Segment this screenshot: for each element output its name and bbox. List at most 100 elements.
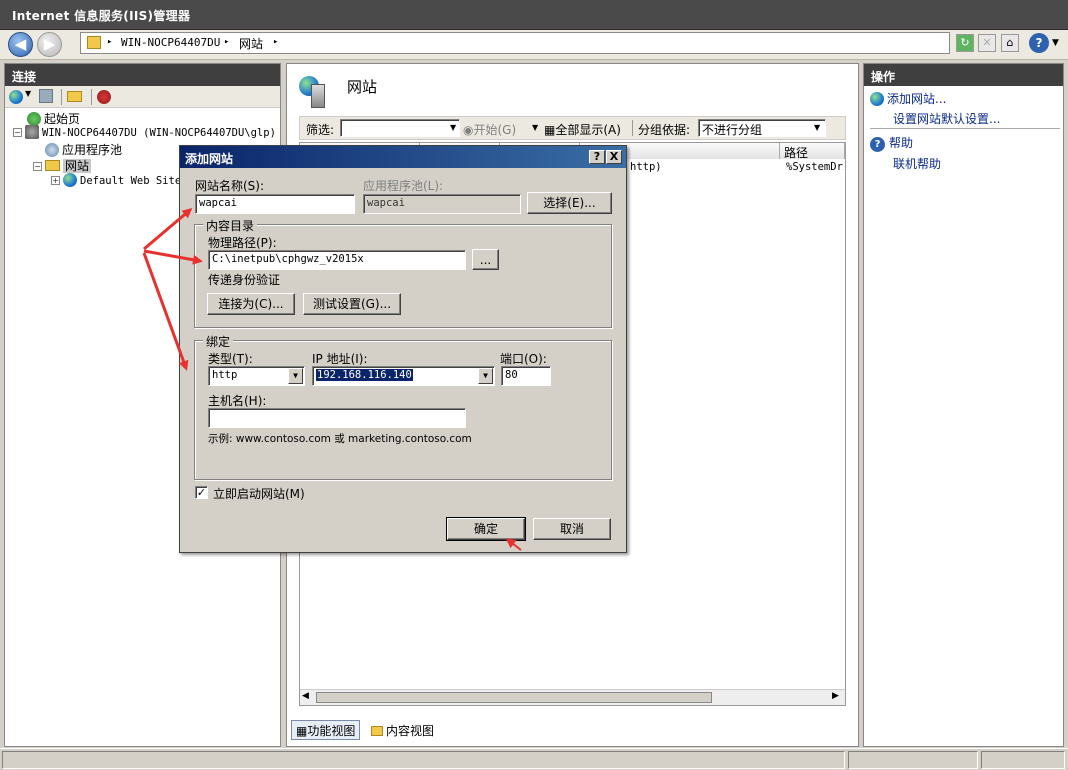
ip-dropdown-icon[interactable]: ▼ [478, 368, 493, 384]
sites-header-icon [297, 74, 329, 110]
connect-globe-icon[interactable] [9, 90, 23, 104]
horizontal-scrollbar[interactable]: ◀ ▶ [300, 689, 845, 705]
disconnect-icon[interactable] [97, 90, 111, 104]
start-page-icon [27, 112, 41, 126]
example-text: 示例: www.contoso.com 或 marketing.contoso.… [208, 433, 472, 445]
filter-input[interactable] [340, 119, 460, 137]
help-circle-icon: ? [870, 137, 885, 152]
default-site-label: Default Web Site [80, 175, 182, 187]
tree-item-server[interactable]: − WIN-NOCP64407DU (WIN-NOCP64407DU\glp) [13, 125, 276, 139]
help-icon[interactable]: ? [1029, 33, 1049, 53]
app-pool-label: 应用程序池(L): [363, 179, 444, 193]
content-directory-label: 内容目录 [203, 217, 258, 234]
filter-toolbar: 筛选: ▼ ◉开始(G) ▼ ▦全部显示(A) 分组依据: 不进行分组 ▼ [299, 116, 846, 140]
ip-address-select[interactable]: 192.168.116.140 ▼ [312, 366, 495, 386]
dialog-help-button[interactable]: ? [589, 150, 605, 164]
show-all-button[interactable]: ▦全部显示(A) [544, 121, 621, 138]
forward-arrow-icon: ▶ [43, 35, 56, 53]
stop-icon[interactable]: ✕ [978, 34, 996, 52]
app-pools-label: 应用程序池 [62, 143, 123, 157]
site-name-input[interactable]: wapcai [195, 194, 355, 214]
app-pool-input: wapcai [363, 194, 521, 214]
row-path: %SystemDri [786, 161, 844, 173]
start-dropdown-icon[interactable]: ▼ [532, 123, 538, 132]
tab-content-view[interactable]: 内容视图 [367, 721, 438, 740]
site-name-label: 网站名称(S): [195, 179, 265, 193]
select-app-pool-button[interactable]: 选择(E)... [527, 192, 612, 214]
back-button[interactable]: ◀ [8, 32, 33, 57]
tree-item-app-pools[interactable]: 应用程序池 [45, 141, 122, 158]
browse-path-button[interactable]: ... [472, 249, 499, 270]
start-now-checkbox[interactable]: ✓ [195, 486, 208, 499]
app-pool-icon [45, 143, 59, 157]
toolbar-divider [91, 89, 92, 105]
checkmark-icon: ✓ [196, 486, 207, 499]
question-icon: ? [593, 150, 601, 163]
dialog-close-button[interactable]: X [606, 150, 622, 164]
help-link: 帮助 [889, 136, 914, 150]
breadcrumb-server[interactable]: WIN-NOCP64407DU [121, 36, 220, 49]
site-folder-icon [87, 36, 101, 49]
expand-icon[interactable]: + [51, 176, 60, 185]
forward-button[interactable]: ▶ [37, 32, 62, 57]
up-level-icon[interactable] [67, 91, 82, 102]
start-filter-button[interactable]: ◉开始(G) [463, 121, 516, 138]
ok-button[interactable]: 确定 [446, 517, 526, 541]
breadcrumb-separator: ▸ [107, 37, 113, 47]
collapse-icon[interactable]: − [33, 162, 42, 171]
collapse-icon[interactable]: − [13, 128, 22, 137]
add-site-link: 添加网站... [887, 92, 947, 106]
features-view-icon: ▦ [296, 724, 308, 738]
tree-item-sites[interactable]: − 网站 [33, 157, 92, 174]
binding-label: 绑定 [203, 333, 234, 350]
features-view-label: 功能视图 [307, 724, 356, 738]
show-all-icon: ▦ [544, 123, 556, 137]
actions-pane: 操作 添加网站... 设置网站默认设置... ? 帮助 联机帮助 [863, 63, 1064, 747]
tree-item-default-web-site[interactable]: + Default Web Site [51, 173, 181, 187]
start-now-label[interactable]: 立即启动网站(M) [213, 485, 305, 502]
binoculars-icon: ◉ [463, 123, 474, 137]
host-name-input[interactable] [208, 408, 466, 428]
window-title: Internet 信息服务(IIS)管理器 [12, 9, 191, 23]
online-help-link[interactable]: 联机帮助 [893, 155, 941, 172]
page-title: 网站 [347, 78, 378, 96]
scroll-right-icon[interactable]: ▶ [832, 691, 839, 701]
help-action[interactable]: ? 帮助 [870, 134, 913, 152]
home-icon[interactable]: ⌂ [1001, 34, 1019, 52]
connect-dropdown-icon[interactable]: ▼ [25, 89, 31, 98]
actions-divider [870, 128, 1060, 129]
start-page-label: 起始页 [44, 112, 81, 126]
type-select[interactable]: http ▼ [208, 366, 305, 386]
pass-through-auth-label: 传递身份验证 [208, 273, 281, 287]
test-settings-button[interactable]: 测试设置(G)... [303, 293, 401, 315]
add-site-action[interactable]: 添加网站... [870, 90, 946, 107]
connect-as-button[interactable]: 连接为(C)... [207, 293, 295, 315]
help-dropdown-icon[interactable]: ▼ [1052, 38, 1059, 48]
scroll-left-icon[interactable]: ◀ [302, 691, 309, 701]
type-dropdown-icon[interactable]: ▼ [288, 368, 303, 384]
tab-features-view[interactable]: ▦功能视图 [291, 720, 361, 740]
group-by-dropdown-icon[interactable]: ▼ [814, 123, 820, 132]
set-defaults-link[interactable]: 设置网站默认设置... [893, 110, 1000, 127]
physical-path-label: 物理路径(P): [208, 236, 277, 250]
toolbar-divider [61, 89, 62, 105]
help-icon-label: ? [1035, 36, 1043, 50]
save-icon[interactable] [39, 89, 53, 103]
group-by-select[interactable]: 不进行分组 [698, 119, 826, 137]
filter-dropdown-icon[interactable]: ▼ [450, 123, 456, 132]
cancel-button[interactable]: 取消 [533, 518, 611, 540]
add-site-icon [870, 92, 884, 106]
scroll-thumb[interactable] [316, 692, 712, 703]
dialog-title-bar: 添加网站 [180, 146, 626, 168]
breadcrumb-sites[interactable]: 网站 [239, 35, 263, 52]
port-input[interactable]: 80 [501, 366, 551, 386]
type-value: http [212, 369, 238, 381]
col-path[interactable]: 路径 [780, 143, 845, 159]
server-label: WIN-NOCP64407DU (WIN-NOCP64407DU\glp) [42, 127, 276, 139]
physical-path-input[interactable]: C:\inetpub\cphgwz_v2015x [208, 250, 466, 270]
address-bar[interactable]: ▸ WIN-NOCP64407DU ▸ 网站 ▸ [80, 32, 950, 54]
status-cell-3 [981, 751, 1065, 769]
ip-address-label: IP 地址(I): [312, 352, 368, 366]
refresh-icon[interactable]: ↻ [956, 34, 974, 52]
globe-icon [63, 173, 77, 187]
